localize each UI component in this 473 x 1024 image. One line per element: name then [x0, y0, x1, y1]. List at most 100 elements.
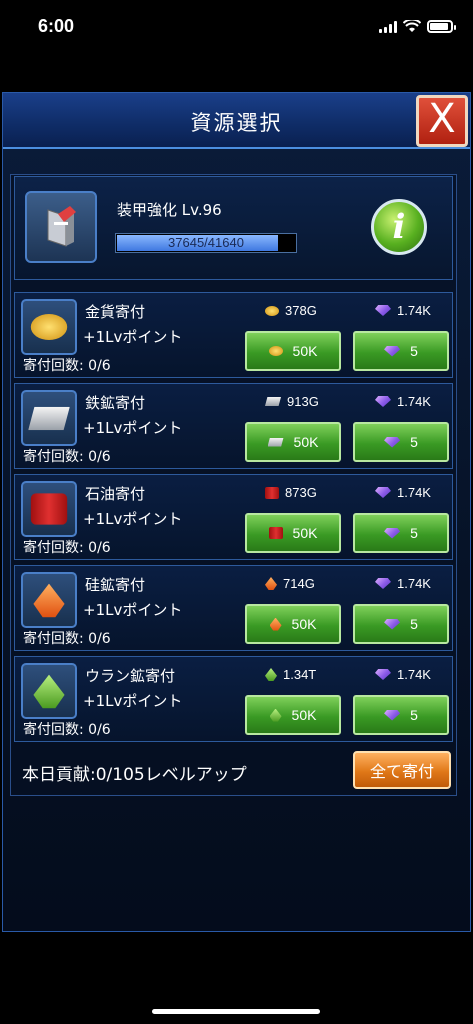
- armor-upgrade-icon: [25, 191, 97, 263]
- resource-row: 金貨寄付 +1Lvポイント 寄付回数: 0/6 378G 1.74K 50K 5: [14, 292, 453, 378]
- uranium-crystal-icon: [265, 668, 277, 681]
- daily-contribution-text: 本日貢献:0/105レベルアップ: [22, 765, 247, 785]
- wifi-icon: [403, 20, 421, 32]
- gem-icon: [384, 345, 401, 357]
- gold-coin-icon: [21, 299, 77, 355]
- signal-icon: [379, 21, 397, 33]
- upgrade-progress-bar: 37645/41640: [115, 233, 297, 253]
- uranium-crystal-icon: [21, 663, 77, 719]
- item-name: 装甲強化 Lv.96: [117, 201, 222, 219]
- gem-cost-value: 1.74K: [397, 576, 431, 591]
- gem-cost: 1.74K: [375, 394, 431, 409]
- gold-coin-icon: [265, 305, 279, 316]
- resource-cost-value: 1.34T: [283, 667, 317, 682]
- donate-resource-amount: 50K: [291, 707, 317, 723]
- gem-cost-value: 1.74K: [397, 485, 431, 500]
- gem-icon: [384, 618, 401, 630]
- resource-row: 石油寄付 +1Lvポイント 寄付回数: 0/6 873G 1.74K 50K 5: [14, 474, 453, 560]
- resource-cost: 873G: [265, 485, 317, 500]
- gem-icon: [384, 709, 401, 721]
- donation-count: 寄付回数: 0/6: [23, 540, 111, 556]
- resource-bonus: +1Lvポイント: [83, 601, 183, 619]
- resource-name: 鉄鉱寄付: [85, 394, 146, 412]
- gem-cost-value: 1.74K: [397, 303, 431, 318]
- home-indicator: [152, 1009, 320, 1014]
- donate-all-button[interactable]: 全て寄付: [353, 751, 451, 789]
- oil-barrel-icon: [265, 486, 279, 499]
- status-icons: [379, 20, 456, 33]
- gem-icon: [375, 305, 391, 316]
- resource-row: 硅鉱寄付 +1Lvポイント 寄付回数: 0/6 714G 1.74K 50K 5: [14, 565, 453, 651]
- donate-resource-amount: 50K: [291, 616, 317, 632]
- gem-icon: [384, 527, 401, 539]
- gem-icon: [375, 396, 391, 407]
- resource-cost-value: 913G: [287, 394, 319, 409]
- donation-count: 寄付回数: 0/6: [23, 631, 111, 647]
- resource-cost-value: 873G: [285, 485, 317, 500]
- resource-row: ウラン鉱寄付 +1Lvポイント 寄付回数: 0/6 1.34T 1.74K 50…: [14, 656, 453, 742]
- donate-gem-button[interactable]: 5: [353, 695, 449, 735]
- resource-row: 鉄鉱寄付 +1Lvポイント 寄付回数: 0/6 913G 1.74K 50K 5: [14, 383, 453, 469]
- resource-cost: 1.34T: [265, 667, 316, 682]
- resource-cost-value: 378G: [285, 303, 317, 318]
- resource-bonus: +1Lvポイント: [83, 419, 183, 437]
- donation-count: 寄付回数: 0/6: [23, 722, 111, 738]
- iron-ingot-icon: [267, 437, 284, 447]
- resource-cost: 714G: [265, 576, 315, 591]
- oil-barrel-icon: [268, 527, 283, 539]
- progress-text: 37645/41640: [168, 235, 244, 250]
- uranium-crystal-icon: [269, 708, 282, 722]
- donate-resource-button[interactable]: 50K: [245, 604, 341, 644]
- donation-count: 寄付回数: 0/6: [23, 449, 111, 465]
- gem-icon: [375, 578, 391, 589]
- donate-gem-amount: 5: [410, 525, 418, 541]
- upgrade-item-card: 装甲強化 Lv.96 37645/41640 i: [14, 176, 453, 280]
- donation-count: 寄付回数: 0/6: [23, 358, 111, 374]
- resource-cost: 378G: [265, 303, 317, 318]
- silicon-crystal-icon: [21, 572, 77, 628]
- donate-gem-button[interactable]: 5: [353, 422, 449, 462]
- iron-ingot-icon: [265, 397, 281, 406]
- gem-cost: 1.74K: [375, 485, 431, 500]
- donate-resource-button[interactable]: 50K: [245, 422, 341, 462]
- donate-gem-amount: 5: [410, 434, 418, 450]
- gem-cost-value: 1.74K: [397, 394, 431, 409]
- resource-name: 金貨寄付: [85, 303, 146, 321]
- info-button[interactable]: i: [371, 199, 427, 255]
- resource-bonus: +1Lvポイント: [83, 510, 183, 528]
- donate-gem-button[interactable]: 5: [353, 604, 449, 644]
- donate-gem-button[interactable]: 5: [353, 331, 449, 371]
- gold-coin-icon: [268, 346, 283, 356]
- resource-cost: 913G: [265, 394, 319, 409]
- status-bar: 6:00: [0, 0, 473, 56]
- gem-icon: [375, 487, 391, 498]
- resource-cost-value: 714G: [283, 576, 315, 591]
- donate-resource-amount: 50K: [292, 343, 318, 359]
- resource-bonus: +1Lvポイント: [83, 328, 183, 346]
- donate-resource-amount: 50K: [292, 525, 318, 541]
- gem-cost-value: 1.74K: [397, 667, 431, 682]
- donate-resource-button[interactable]: 50K: [245, 695, 341, 735]
- gem-icon: [384, 436, 401, 448]
- resource-name: ウラン鉱寄付: [85, 667, 176, 685]
- gem-cost: 1.74K: [375, 303, 431, 318]
- gem-cost: 1.74K: [375, 576, 431, 591]
- donate-gem-amount: 5: [410, 343, 418, 359]
- donate-gem-amount: 5: [410, 616, 418, 632]
- info-icon: i: [392, 207, 406, 247]
- donate-gem-amount: 5: [410, 707, 418, 723]
- close-button[interactable]: X: [416, 95, 468, 147]
- oil-barrel-icon: [21, 481, 77, 537]
- silicon-crystal-icon: [269, 617, 282, 631]
- silicon-crystal-icon: [265, 577, 277, 590]
- donate-resource-button[interactable]: 50K: [245, 513, 341, 553]
- gem-icon: [375, 669, 391, 680]
- dialog-title: 資源選択: [190, 111, 283, 135]
- gem-cost: 1.74K: [375, 667, 431, 682]
- close-icon: X: [428, 96, 456, 142]
- donate-resource-button[interactable]: 50K: [245, 331, 341, 371]
- dialog-header: 資源選択 X: [3, 93, 470, 149]
- donate-gem-button[interactable]: 5: [353, 513, 449, 553]
- resource-bonus: +1Lvポイント: [83, 692, 183, 710]
- status-time: 6:00: [38, 16, 75, 36]
